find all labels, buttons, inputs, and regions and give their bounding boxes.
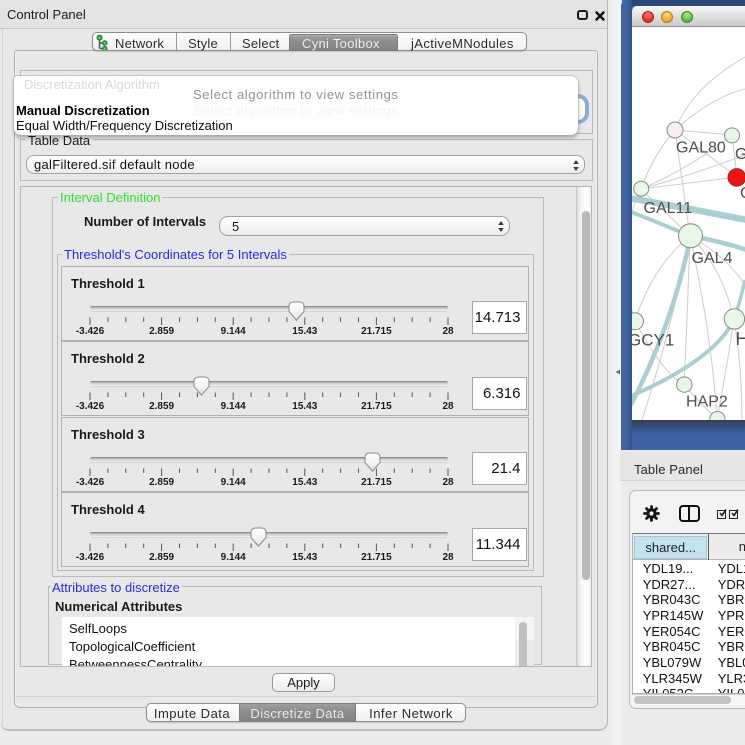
- svg-text:GCY1: GCY1: [632, 331, 674, 350]
- svg-text:HAP2: HAP2: [686, 394, 728, 411]
- svg-text:GAL80: GAL80: [676, 140, 726, 157]
- svg-text:GAL4: GAL4: [692, 250, 733, 267]
- svg-text:GAL11: GAL11: [644, 200, 693, 217]
- svg-text:HI: HI: [736, 329, 745, 349]
- svg-text:GAL3: GAL3: [735, 146, 745, 163]
- svg-text:CY: CY: [740, 185, 745, 202]
